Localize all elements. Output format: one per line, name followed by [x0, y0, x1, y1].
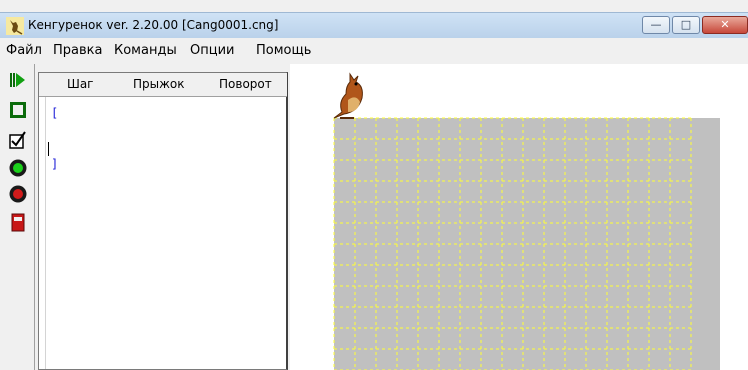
- maximize-icon: □: [680, 18, 692, 31]
- command-step-button[interactable]: Шаг: [67, 77, 94, 91]
- command-turn-button[interactable]: Поворот: [219, 77, 272, 91]
- exit-door-icon[interactable]: [8, 212, 28, 232]
- menu-file[interactable]: Файл: [6, 43, 42, 58]
- maximize-button[interactable]: □: [672, 16, 700, 34]
- stop-square-icon[interactable]: [8, 100, 28, 120]
- command-bar: Шаг Прыжок Поворот: [39, 73, 287, 97]
- close-button[interactable]: ✕: [702, 16, 748, 34]
- code-line: [: [51, 106, 59, 120]
- kangaroo-app-icon: [6, 17, 24, 35]
- menu-options[interactable]: Опции: [190, 43, 234, 58]
- title-bar: Кенгуренок ver. 2.20.00 [Cang0001.cng] —…: [0, 12, 748, 39]
- menu-commands[interactable]: Команды: [114, 43, 177, 58]
- close-icon: ✕: [720, 18, 730, 31]
- kangaroo-field-area: [290, 64, 748, 370]
- kangaroo-icon: [333, 72, 363, 119]
- check-edit-icon[interactable]: [8, 130, 28, 150]
- menu-edit[interactable]: Правка: [53, 43, 102, 58]
- kangaroo-field: [333, 72, 720, 370]
- text-caret: [48, 142, 49, 156]
- red-circle-icon[interactable]: [8, 184, 28, 204]
- vertical-toolbar: [3, 64, 35, 370]
- window-title: Кенгуренок ver. 2.20.00 [Cang0001.cng]: [28, 18, 279, 32]
- command-jump-button[interactable]: Прыжок: [133, 77, 185, 91]
- menu-bar: Файл Правка Команды Опции Помощь: [0, 38, 748, 62]
- minimize-button[interactable]: —: [642, 16, 670, 34]
- menu-help[interactable]: Помощь: [256, 43, 311, 58]
- run-icon[interactable]: [8, 70, 28, 90]
- editor-gutter-line: [45, 97, 46, 369]
- code-line: ]: [51, 157, 59, 171]
- minimize-icon: —: [650, 18, 662, 31]
- green-circle-icon[interactable]: [8, 158, 28, 178]
- program-editor[interactable]: Шаг Прыжок Поворот [ ]: [38, 72, 288, 370]
